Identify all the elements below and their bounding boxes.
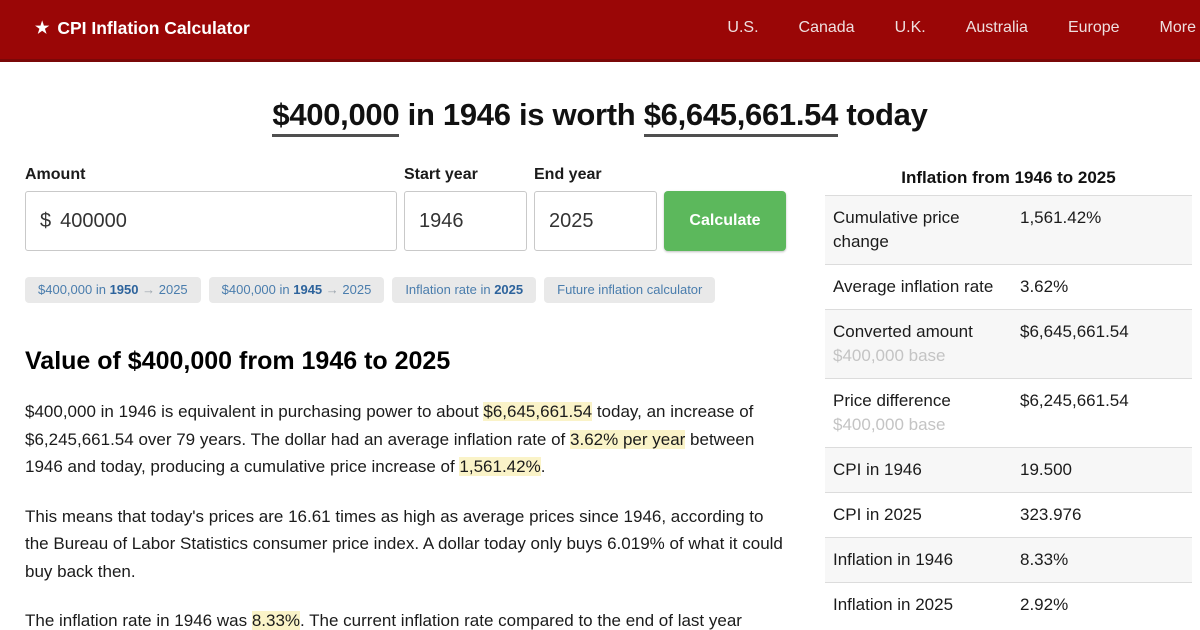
row-label: Price difference $400,000 base xyxy=(833,389,1003,437)
end-year-label: End year xyxy=(534,166,602,183)
headline-to-amount: $6,645,661.54 xyxy=(643,97,838,137)
amount-label: Amount xyxy=(25,166,86,183)
row-value: 2.92% xyxy=(1020,595,1069,614)
nav-link-europe[interactable]: Europe xyxy=(1068,19,1120,37)
calculate-button[interactable]: Calculate xyxy=(664,191,786,251)
chip-1950-link[interactable]: $400,000 in 1950 → 2025 xyxy=(25,277,201,303)
chip-inflation-rate-link[interactable]: Inflation rate in 2025 xyxy=(392,277,537,303)
start-year-input[interactable] xyxy=(419,209,512,233)
chip-text: $400,000 in xyxy=(221,282,294,297)
row-value: 1,561.42% xyxy=(1020,208,1102,227)
row-value: 323.976 xyxy=(1020,505,1082,524)
nav-link-us[interactable]: U.S. xyxy=(727,19,758,37)
navbar: ★ CPI Inflation Calculator U.S. Canada U… xyxy=(0,0,1200,62)
start-year-input-box xyxy=(404,191,527,251)
row-label-text: Price difference xyxy=(833,391,951,410)
page-title: $400,000 in 1946 is worth $6,645,661.54 … xyxy=(0,97,1200,137)
row-label: CPI in 2025 xyxy=(833,505,922,524)
table-row: Cumulative price change 1,561.42% xyxy=(825,195,1192,264)
highlighted-value: 1,561.42% xyxy=(459,457,541,476)
chip-year: 1945 xyxy=(293,282,323,297)
main-layout: Amount $ Start year End year Calculate xyxy=(0,166,1200,630)
text-run: . xyxy=(540,457,546,476)
chip-future-inflation-link[interactable]: Future inflation calculator xyxy=(544,277,716,303)
amount-field-group: Amount $ xyxy=(25,166,397,251)
arrow-icon: → xyxy=(322,282,343,297)
brand-title: CPI Inflation Calculator xyxy=(57,17,250,38)
chip-text: 2025 xyxy=(342,282,372,297)
headline-from-amount: $400,000 xyxy=(272,97,400,137)
chip-text: Future inflation calculator xyxy=(557,282,703,297)
chip-year: 1950 xyxy=(109,282,139,297)
row-value: 8.33% xyxy=(1020,550,1069,569)
dollar-prefix: $ xyxy=(40,209,52,232)
nav-links: U.S. Canada U.K. Australia Europe More xyxy=(727,19,1198,37)
row-label: Cumulative price change xyxy=(833,208,960,251)
table-row: CPI in 2025 323.976 xyxy=(825,492,1192,537)
star-icon: ★ xyxy=(35,20,50,37)
row-label: Converted amount $400,000 base xyxy=(833,320,1003,368)
text-run: $400,000 in 1946 is equivalent in purcha… xyxy=(25,402,484,421)
brand-home-link[interactable]: ★ CPI Inflation Calculator xyxy=(35,18,250,39)
table-row: CPI in 1946 19.500 xyxy=(825,447,1192,492)
highlighted-value: 3.62% per year xyxy=(570,429,686,449)
text-run: The inflation rate in 1946 was xyxy=(25,611,252,630)
start-year-field-group: Start year xyxy=(404,166,527,251)
chip-text: $400,000 in xyxy=(38,282,110,297)
nav-link-uk[interactable]: U.K. xyxy=(895,19,926,37)
start-year-label: Start year xyxy=(404,166,478,183)
highlighted-value: 8.33% xyxy=(251,611,301,630)
inflation-summary-panel: Inflation from 1946 to 2025 Cumulative p… xyxy=(825,166,1192,630)
amount-input-box: $ xyxy=(25,191,397,251)
end-year-input-box xyxy=(534,191,657,251)
table-row: Inflation in 2025 2.92% xyxy=(825,582,1192,627)
headline-middle-text: in 1946 is worth xyxy=(399,97,644,132)
chip-1945-link[interactable]: $400,000 in 1945 → 2025 xyxy=(208,277,385,303)
chip-text: 2025 xyxy=(158,282,188,297)
calculator-column: Amount $ Start year End year Calculate xyxy=(25,166,787,630)
row-label: Inflation in 1946 xyxy=(833,550,954,569)
table-row: Average inflation rate 3.62% xyxy=(825,264,1192,309)
calculator-form: Amount $ Start year End year Calculate xyxy=(25,166,787,251)
text-run: . The current inflation rate compared to… xyxy=(300,611,742,630)
section-heading: Value of $400,000 from 1946 to 2025 xyxy=(25,347,451,375)
row-sublabel: $400,000 base xyxy=(833,415,946,434)
paragraph-buying-power: This means that today's prices are 16.61… xyxy=(25,503,787,586)
row-value: 19.500 xyxy=(1020,460,1072,479)
text-run: This means that today's prices are 16.61… xyxy=(25,506,783,581)
end-year-field-group: End year xyxy=(534,166,657,251)
row-label: Average inflation rate xyxy=(833,277,994,296)
row-value: 3.62% xyxy=(1020,277,1069,296)
chip-text: Inflation rate in xyxy=(405,282,495,297)
row-label: Inflation in 2025 xyxy=(833,595,954,614)
headline-suffix-text: today xyxy=(838,97,928,132)
table-row: Price difference $400,000 base $6,245,66… xyxy=(825,378,1192,447)
table-row: Inflation in 1946 8.33% xyxy=(825,537,1192,582)
quick-links: $400,000 in 1950 → 2025 $400,000 in 1945… xyxy=(25,277,787,303)
nav-link-australia[interactable]: Australia xyxy=(966,19,1028,37)
nav-link-more[interactable]: More xyxy=(1160,19,1196,37)
row-sublabel: $400,000 base xyxy=(833,346,946,365)
row-value: $6,645,661.54 xyxy=(1020,322,1129,341)
end-year-input[interactable] xyxy=(549,209,642,233)
chip-year: 2025 xyxy=(494,282,524,297)
table-row: Converted amount $400,000 base $6,645,66… xyxy=(825,309,1192,378)
paragraph-summary: $400,000 in 1946 is equivalent in purcha… xyxy=(25,398,787,481)
amount-input[interactable] xyxy=(60,209,382,233)
row-value: $6,245,661.54 xyxy=(1020,391,1129,410)
arrow-icon: → xyxy=(138,282,159,297)
summary-table-title: Inflation from 1946 to 2025 xyxy=(901,168,1116,187)
row-label: CPI in 1946 xyxy=(833,460,922,479)
row-label-text: Converted amount xyxy=(833,322,973,341)
nav-link-canada[interactable]: Canada xyxy=(799,19,855,37)
paragraph-inflation-rate: The inflation rate in 1946 was 8.33%. Th… xyxy=(25,607,787,630)
highlighted-value: $6,645,661.54 xyxy=(483,402,593,421)
